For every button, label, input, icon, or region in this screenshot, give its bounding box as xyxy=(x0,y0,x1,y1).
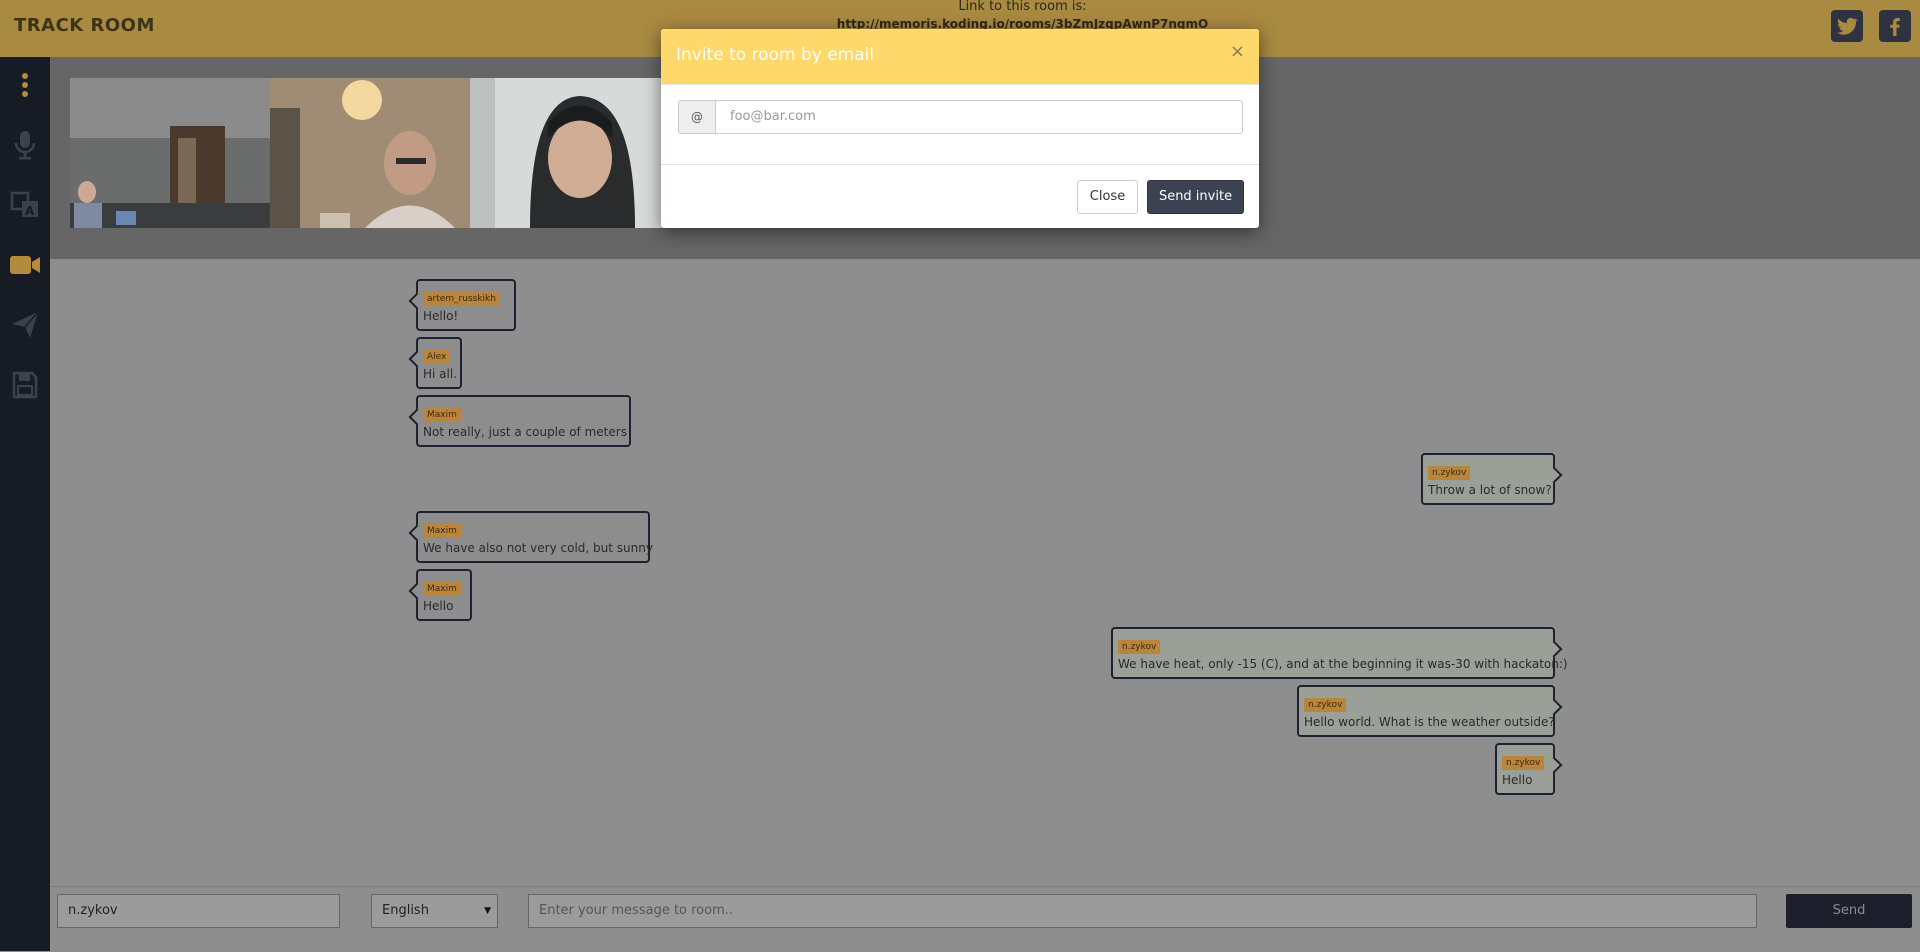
close-button[interactable]: Close xyxy=(1077,180,1138,214)
close-icon[interactable]: × xyxy=(1230,41,1245,62)
invite-modal: Invite to room by email × @ foo@bar.com … xyxy=(661,29,1259,228)
send-invite-button[interactable]: Send invite xyxy=(1147,180,1244,214)
email-addon: @ xyxy=(678,100,716,134)
modal-header: Invite to room by email × xyxy=(661,29,1259,85)
modal-title: Invite to room by email xyxy=(676,45,875,65)
email-field[interactable]: foo@bar.com xyxy=(716,100,1243,134)
modal-body: @ foo@bar.com xyxy=(661,85,1259,165)
modal-overlay: Invite to room by email × @ foo@bar.com … xyxy=(0,0,1920,951)
